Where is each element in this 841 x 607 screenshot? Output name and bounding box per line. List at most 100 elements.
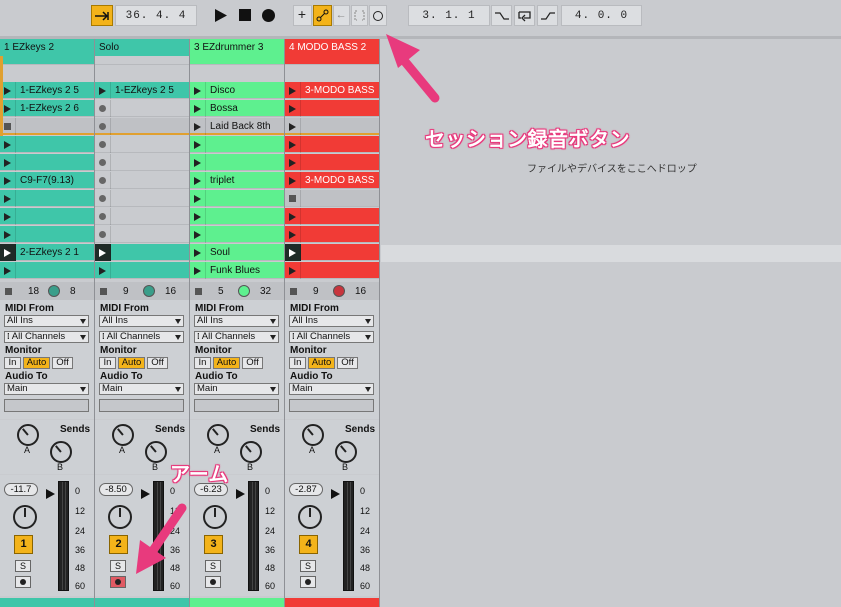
session-record-icon[interactable] — [369, 5, 387, 26]
volume-fader-icon[interactable] — [331, 489, 340, 499]
monitor-auto-button[interactable]: Auto — [213, 357, 240, 369]
clip-launch-button[interactable] — [285, 100, 301, 117]
clip-launch-button[interactable] — [285, 172, 301, 189]
clip-launch-button[interactable] — [95, 262, 111, 279]
clip-launch-button[interactable] — [0, 226, 16, 243]
punch-out-icon[interactable] — [537, 5, 558, 26]
send-a-knob[interactable] — [302, 424, 324, 446]
clip-slot[interactable] — [285, 154, 379, 171]
midi-from-select[interactable]: All Ins — [289, 315, 374, 327]
clip-slot[interactable]: Bossa — [190, 100, 284, 117]
clip-slot[interactable] — [95, 172, 189, 189]
midi-from-select[interactable]: All Ins — [194, 315, 279, 327]
clip-launch-button[interactable] — [285, 136, 301, 153]
play-icon[interactable] — [214, 8, 228, 26]
clip-slot[interactable] — [285, 244, 379, 261]
clip-launch-button[interactable] — [0, 190, 16, 207]
clip-launch-button[interactable] — [95, 190, 111, 207]
volume-fader-icon[interactable] — [141, 489, 150, 499]
clip-launch-button[interactable] — [190, 226, 206, 243]
clip-launch-button[interactable] — [95, 82, 111, 99]
clip-slot[interactable] — [0, 118, 94, 135]
midi-from-select[interactable]: All Ins — [4, 315, 89, 327]
clip-launch-button[interactable] — [95, 136, 111, 153]
follow-arrow-icon[interactable] — [91, 5, 113, 26]
monitor-in-button[interactable]: In — [4, 357, 21, 369]
clip-slot[interactable] — [0, 226, 94, 243]
audio-to-select[interactable]: Main — [289, 383, 374, 395]
stop-icon[interactable] — [239, 9, 251, 21]
send-b-knob[interactable] — [335, 441, 357, 463]
track-title[interactable]: 4 MODO BASS 2 — [285, 39, 379, 56]
clip-launch-button[interactable] — [285, 190, 301, 207]
solo-button[interactable]: S — [15, 560, 31, 572]
audio-to-select[interactable]: Main — [99, 383, 184, 395]
monitor-in-button[interactable]: In — [99, 357, 116, 369]
clip-launch-button[interactable] — [0, 172, 16, 189]
channel-select[interactable]: ⁞ All Channels — [289, 331, 374, 343]
clip-slot[interactable] — [285, 190, 379, 207]
clip-launch-button[interactable] — [190, 262, 206, 279]
clip-slot[interactable] — [285, 226, 379, 243]
clip-launch-button[interactable] — [0, 136, 16, 153]
clip-slot[interactable] — [95, 244, 189, 261]
audio-to-channel-select[interactable] — [4, 399, 89, 412]
clip-launch-button[interactable] — [95, 172, 111, 189]
send-b-knob[interactable] — [50, 441, 72, 463]
clip-launch-button[interactable] — [0, 208, 16, 225]
pan-knob[interactable] — [13, 505, 37, 529]
monitor-auto-button[interactable]: Auto — [308, 357, 335, 369]
clip-slot[interactable] — [0, 136, 94, 153]
track-activator-button[interactable]: 1 — [14, 535, 33, 554]
clip-slot[interactable] — [95, 190, 189, 207]
channel-select[interactable]: ⁞ All Channels — [194, 331, 279, 343]
clip-slot[interactable]: Soul — [190, 244, 284, 261]
monitor-in-button[interactable]: In — [289, 357, 306, 369]
stop-all-icon[interactable] — [290, 288, 297, 295]
clip-slot[interactable] — [190, 154, 284, 171]
monitor-auto-button[interactable]: Auto — [118, 357, 145, 369]
clip-launch-button[interactable] — [190, 100, 206, 117]
pan-knob[interactable] — [203, 505, 227, 529]
audio-to-channel-select[interactable] — [289, 399, 374, 412]
clip-launch-button[interactable] — [190, 136, 206, 153]
send-b-knob[interactable] — [240, 441, 262, 463]
midi-from-select[interactable]: All Ins — [99, 315, 184, 327]
clip-slot[interactable] — [95, 154, 189, 171]
volume-field[interactable]: -2.87 — [289, 483, 323, 496]
clip-slot[interactable]: triplet — [190, 172, 284, 189]
clip-launch-button[interactable] — [0, 244, 16, 261]
plus-icon[interactable]: + — [293, 5, 312, 26]
monitor-in-button[interactable]: In — [194, 357, 211, 369]
arm-button[interactable] — [110, 576, 126, 588]
clip-launch-button[interactable] — [285, 244, 301, 261]
clip-launch-button[interactable] — [190, 154, 206, 171]
clip-slot[interactable] — [285, 262, 379, 279]
monitor-auto-button[interactable]: Auto — [23, 357, 50, 369]
clip-slot[interactable] — [285, 56, 379, 65]
clip-launch-button[interactable] — [285, 208, 301, 225]
clip-launch-button[interactable] — [285, 82, 301, 99]
monitor-off-button[interactable]: Off — [337, 357, 358, 369]
volume-field[interactable]: -11.7 — [4, 483, 38, 496]
clip-slot[interactable] — [95, 100, 189, 117]
solo-button[interactable]: S — [110, 560, 126, 572]
solo-button[interactable]: S — [205, 560, 221, 572]
arm-button[interactable] — [300, 576, 316, 588]
clip-slot[interactable] — [95, 262, 189, 279]
clip-slot[interactable] — [190, 190, 284, 207]
loop-length[interactable]: 4. 0. 0 — [561, 5, 642, 26]
clip-slot[interactable]: 1-EZkeys 2 5 — [0, 82, 94, 99]
pan-knob[interactable] — [298, 505, 322, 529]
clip-slot[interactable] — [285, 100, 379, 117]
track-activator-button[interactable]: 3 — [204, 535, 223, 554]
clip-launch-button[interactable] — [285, 262, 301, 279]
send-b-knob[interactable] — [145, 441, 167, 463]
back-arrow-icon[interactable]: ← — [333, 5, 350, 26]
send-a-knob[interactable] — [207, 424, 229, 446]
clip-slot[interactable]: C9-F7(9.13) — [0, 172, 94, 189]
audio-to-channel-select[interactable] — [99, 399, 184, 412]
clip-slot[interactable]: Disco — [190, 82, 284, 99]
track-activator-button[interactable]: 4 — [299, 535, 318, 554]
clip-slot[interactable] — [0, 154, 94, 171]
